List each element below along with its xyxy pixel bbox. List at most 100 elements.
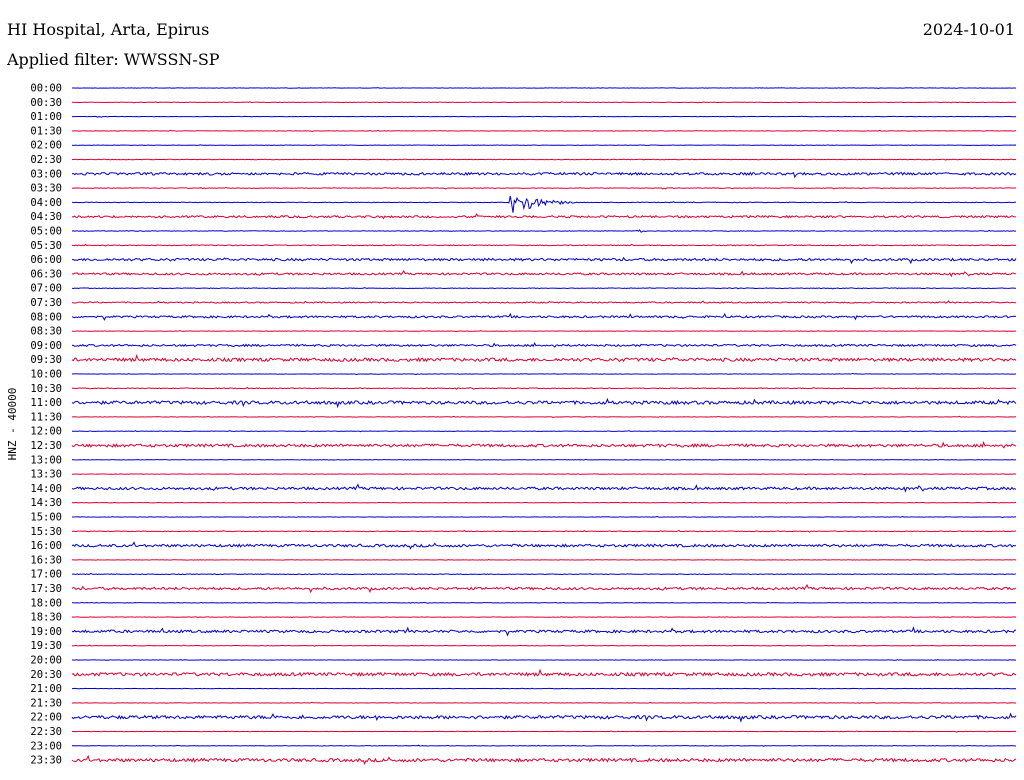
row-tick-label: 18:00	[30, 597, 62, 609]
trace-row-0830: 08:30	[30, 326, 1016, 338]
row-tick-label: 18:30	[30, 612, 62, 624]
row-tick-label: 14:30	[30, 497, 62, 509]
row-tick-label: 11:00	[30, 397, 62, 409]
trace-row-1600: 16:00	[30, 540, 1017, 552]
trace-row-1000: 10:00	[30, 369, 1017, 381]
row-tick-label: 01:00	[30, 111, 62, 123]
y-axis-label: HNZ - 40000	[6, 388, 19, 461]
trace-line	[71, 330, 1016, 333]
trace-line	[71, 129, 1017, 132]
row-tick-label: 15:00	[30, 512, 62, 524]
trace-row-0130: 01:30	[30, 125, 1017, 137]
trace-row-2230: 22:30	[30, 726, 1017, 738]
trace-line	[71, 616, 1017, 619]
trace-row-1900: 19:00	[30, 626, 1017, 638]
trace-row-0030: 00:30	[30, 97, 1017, 109]
trace-row-1530: 15:30	[30, 526, 1017, 538]
trace-line	[71, 213, 1017, 220]
trace-row-1630: 16:30	[30, 554, 1017, 566]
trace-line	[71, 483, 1017, 493]
trace-line	[71, 712, 1017, 723]
row-tick-label: 11:30	[30, 411, 62, 423]
row-tick-label: 13:30	[30, 469, 62, 481]
row-tick-label: 00:00	[30, 83, 62, 95]
trace-row-0500: 05:00	[30, 226, 1017, 238]
trace-row-1930: 19:30	[30, 640, 1017, 652]
trace-row-1500: 15:00	[30, 512, 1017, 524]
row-tick-label: 17:00	[30, 569, 62, 581]
trace-line	[71, 243, 1017, 247]
trace-row-2030: 20:30	[30, 668, 1017, 681]
trace-row-2130: 21:30	[30, 697, 1017, 709]
trace-row-1130: 11:30	[30, 411, 1017, 423]
row-tick-label: 14:00	[30, 483, 62, 495]
trace-line	[71, 668, 1017, 677]
trace-line	[71, 730, 1017, 733]
trace-row-1230: 12:30	[30, 440, 1017, 452]
row-tick-label: 00:30	[30, 97, 62, 109]
trace-row-1330: 13:30	[30, 469, 1016, 481]
trace-row-1400: 14:00	[30, 483, 1017, 495]
row-tick-label: 13:00	[30, 454, 62, 466]
row-tick-label: 15:30	[30, 526, 62, 538]
trace-line	[71, 659, 1017, 661]
trace-line	[71, 558, 1017, 561]
trace-row-0930: 09:30	[30, 354, 1017, 366]
row-tick-label: 19:30	[30, 640, 62, 652]
trace-row-0200: 02:00	[30, 140, 1017, 152]
row-tick-label: 05:30	[30, 240, 62, 252]
row-tick-label: 09:00	[30, 340, 62, 352]
trace-line	[71, 541, 1017, 550]
row-tick-label: 09:30	[30, 354, 62, 366]
trace-rows: 00:00 00:30 01:00 01:30 02:00 02:30 03:00 03:30…	[30, 83, 1017, 767]
trace-row-0730: 07:30	[30, 297, 1017, 309]
trace-line	[71, 626, 1017, 637]
trace-row-0900: 09:00	[30, 340, 1017, 352]
trace-line	[71, 270, 1017, 278]
trace-line	[71, 101, 1017, 104]
trace-line	[71, 744, 1017, 747]
trace-line	[71, 300, 1017, 304]
row-tick-label: 02:00	[30, 140, 62, 152]
trace-line	[71, 397, 1017, 409]
trace-line	[71, 342, 1017, 348]
row-tick-label: 17:30	[30, 583, 62, 595]
trace-line	[71, 501, 1017, 504]
trace-row-0230: 02:30	[30, 154, 1017, 166]
row-tick-label: 03:30	[30, 183, 62, 195]
trace-line	[71, 515, 1017, 519]
trace-line	[71, 144, 1017, 146]
row-tick-label: 06:30	[30, 268, 62, 280]
row-tick-label: 01:30	[30, 125, 62, 137]
trace-line	[71, 415, 1017, 419]
trace-row-0400: 04:00	[30, 195, 1017, 213]
row-tick-label: 23:00	[30, 740, 62, 752]
row-tick-label: 21:30	[30, 697, 62, 709]
trace-line	[71, 583, 1017, 594]
row-tick-label: 04:00	[30, 197, 62, 209]
trace-row-0000: 00:00	[30, 83, 1017, 95]
trace-row-0700: 07:00	[30, 283, 1017, 295]
trace-line	[71, 87, 1017, 89]
trace-row-0630: 06:30	[30, 268, 1017, 280]
row-tick-label: 12:30	[30, 440, 62, 452]
trace-row-1800: 18:00	[30, 597, 1017, 609]
helicorder-plot: 00:00 00:30 01:00 01:30 02:00 02:30 03:00 03:30…	[6, 83, 1017, 767]
row-tick-label: 08:30	[30, 326, 62, 338]
trace-line	[71, 529, 1017, 533]
trace-line	[71, 644, 1017, 647]
trace-line	[71, 601, 1017, 604]
row-tick-label: 23:30	[30, 755, 62, 767]
row-tick-label: 20:00	[30, 655, 62, 667]
trace-row-2100: 21:00	[30, 683, 1017, 695]
trace-line	[71, 229, 1017, 233]
row-tick-label: 21:00	[30, 683, 62, 695]
trace-line	[71, 354, 1017, 363]
row-tick-label: 03:00	[30, 168, 62, 180]
trace-row-1300: 13:00	[30, 454, 1017, 466]
row-tick-label: 19:00	[30, 626, 62, 638]
trace-row-1030: 10:30	[30, 383, 1017, 395]
trace-line	[71, 386, 1017, 390]
row-tick-label: 06:00	[30, 254, 62, 266]
row-tick-label: 05:00	[30, 226, 62, 238]
